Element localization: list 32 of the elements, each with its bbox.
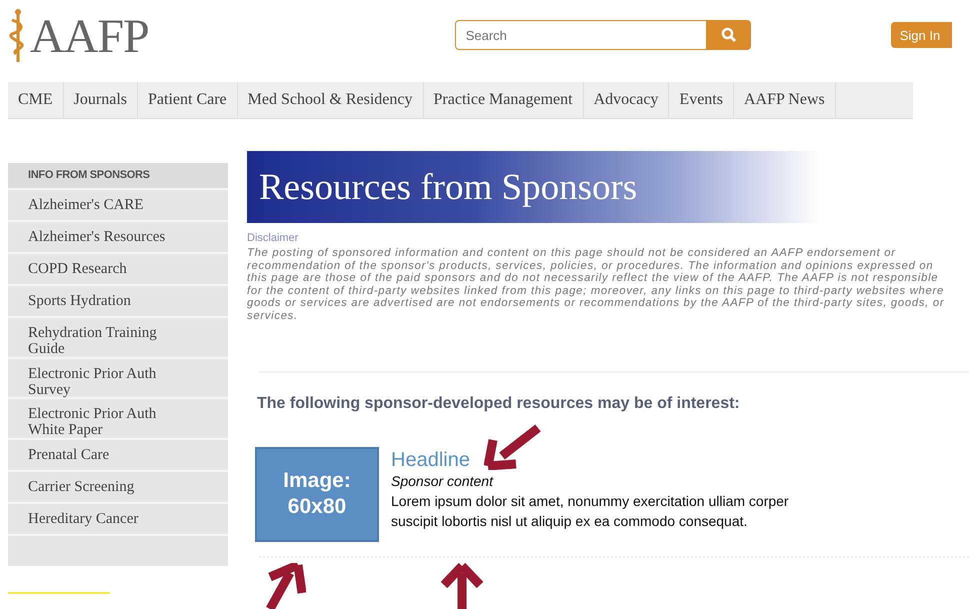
nav-link[interactable]: Patient Care — [138, 82, 238, 118]
arrow-icon — [484, 424, 542, 470]
nav-link[interactable]: Med School & Residency — [238, 82, 424, 118]
nav-link[interactable]: Events — [669, 82, 734, 118]
disclaimer-text: The posting of sponsored information and content on this page should not be considered an AAFP endorsement or recommendation of the sponsor's products, services, policies, or procedures. The information and opinions expressed on this page are those of the paid sponsors and do not necessarily reflect the view of the AAFP. The AAFP is not responsible for the content of third-party websites linked from this page; moreover, any links on this page to third-party websites where goods or services are advertised are not endorsements or recommendations by the AAFP of the third-party sites, goods, or services. — [247, 247, 946, 323]
sidebar-item[interactable]: Alzheimer's Resources — [8, 222, 228, 252]
search-icon — [720, 27, 737, 43]
sponsor-label: Sponsor content — [391, 472, 494, 489]
sidebar-item[interactable]: Electronic Prior Auth White Paper — [8, 399, 228, 438]
nav-link[interactable]: Journals — [64, 82, 138, 118]
sidebar-item[interactable]: Sports Hydration — [8, 286, 228, 316]
nav-link[interactable]: Practice Management — [424, 82, 584, 118]
resource-description: Lorem ipsum dolor sit amet, nonummy exercitation ulliam corper suscipit lobortis nisl ut aliquip ex ea commodo consequat. — [391, 492, 790, 531]
nav-link[interactable]: CME — [8, 82, 64, 118]
image-label: 60x80 — [288, 494, 346, 520]
nav-link[interactable]: AAFP News — [734, 82, 836, 118]
search-field[interactable]: Search — [454, 20, 707, 50]
sidebar-item[interactable]: Carrier Screening — [8, 472, 228, 502]
arrow-icon — [440, 563, 484, 609]
sidebar-item[interactable]: Rehydration Training Guide — [8, 318, 228, 357]
sidebar-item[interactable]: COPD Research — [8, 254, 228, 284]
section-heading: The following sponsor-developed resources may be of interest: — [257, 394, 741, 413]
sidebar-item[interactable]: Electronic Prior Auth Survey — [8, 358, 228, 398]
image-label: Image: — [283, 468, 351, 494]
sidebar-item[interactable]: Hereditary Cancer — [8, 504, 228, 534]
sidebar-heading: INFO FROM SPONSORS — [8, 163, 228, 188]
logo-text[interactable]: AAFP — [30, 8, 149, 64]
nav-link[interactable]: Advocacy — [584, 82, 670, 118]
search-button[interactable] — [706, 20, 751, 50]
sidebar-item[interactable]: Prenatal Care — [8, 440, 228, 470]
banner-title: Resources from Sponsors — [259, 166, 638, 208]
sidebar-item[interactable]: Alzheimer's CARE — [8, 190, 228, 220]
